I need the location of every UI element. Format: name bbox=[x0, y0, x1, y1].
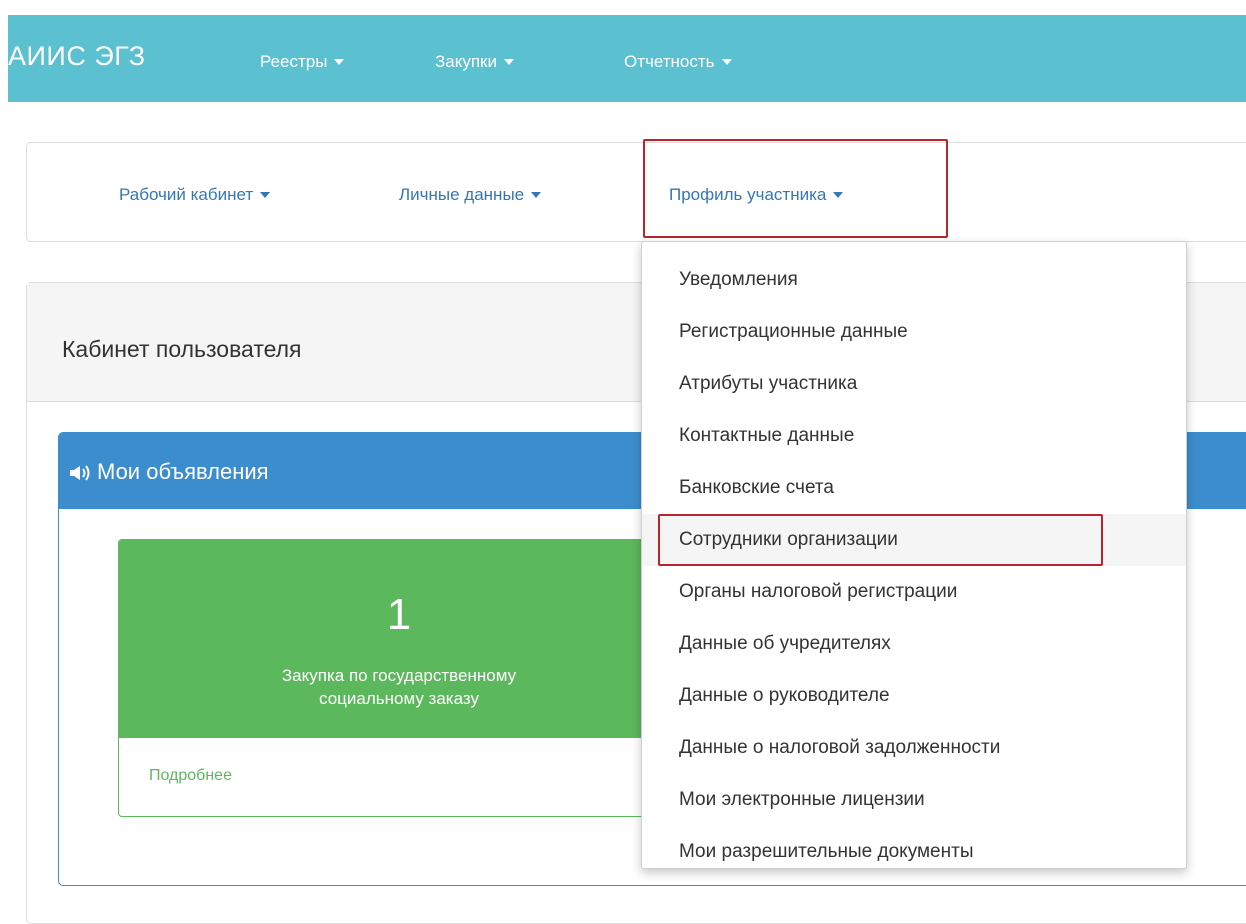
stat-description-line: Закупка по государственному bbox=[281, 666, 517, 685]
dropdown-item-founders[interactable]: Данные об учредителях bbox=[642, 618, 1186, 670]
dropdown-item-employees[interactable]: Сотрудники организации bbox=[642, 514, 1186, 566]
stat-count: 1 bbox=[386, 590, 412, 639]
details-link[interactable]: Подробнее bbox=[149, 767, 232, 785]
dropdown-item-participant-attributes[interactable]: Атрибуты участника bbox=[642, 358, 1186, 410]
subnav-item-label: Личные данные bbox=[399, 185, 525, 204]
subnav-item-personal-data[interactable]: Личные данные bbox=[399, 185, 542, 205]
dropdown-item-tax-registration[interactable]: Органы налоговой регистрации bbox=[642, 566, 1186, 618]
nav-menu-label: Закупки bbox=[435, 52, 497, 71]
page-title: Кабинет пользователя bbox=[62, 336, 302, 362]
caret-down-icon bbox=[531, 191, 542, 198]
caret-down-icon bbox=[334, 58, 345, 65]
dropdown-item-director[interactable]: Данные о руководителе bbox=[642, 670, 1186, 722]
top-navbar: АИИС ЭГЗ Реестры Закупки Отчетность bbox=[8, 15, 1246, 102]
nav-menu-reports[interactable]: Отчетность bbox=[624, 52, 732, 72]
nav-menu-label: Отчетность bbox=[624, 52, 715, 71]
dropdown-item-contact-data[interactable]: Контактные данные bbox=[642, 410, 1186, 462]
stat-card-body: 1 Закупка по государственному социальном… bbox=[119, 540, 657, 738]
dropdown-item-bank-accounts[interactable]: Банковские счета bbox=[642, 462, 1186, 514]
stat-card-social-order: 1 Закупка по государственному социальном… bbox=[118, 539, 658, 817]
bullhorn-icon bbox=[70, 465, 90, 481]
highlight-box-employees bbox=[658, 514, 1103, 566]
subnav-item-label: Рабочий кабинет bbox=[119, 185, 254, 204]
dropdown-item-permits[interactable]: Мои разрешительные документы bbox=[642, 826, 1186, 878]
dropdown-item-notifications[interactable]: Уведомления bbox=[642, 254, 1186, 306]
dropdown-item-registration-data[interactable]: Регистрационные данные bbox=[642, 306, 1186, 358]
participant-profile-dropdown: Уведомления Регистрационные данные Атриб… bbox=[641, 241, 1187, 869]
caret-down-icon bbox=[260, 191, 271, 198]
nav-menu-label: Реестры bbox=[260, 52, 328, 71]
highlight-box-participant-profile bbox=[643, 139, 948, 238]
subnav-item-work-cabinet[interactable]: Рабочий кабинет bbox=[119, 185, 271, 205]
announcements-title: Мои объявления bbox=[97, 459, 269, 484]
stat-description-line: социальному заказу bbox=[319, 689, 479, 708]
dropdown-item-tax-debt[interactable]: Данные о налоговой задолженности bbox=[642, 722, 1186, 774]
nav-menu-registries[interactable]: Реестры bbox=[260, 52, 345, 72]
caret-down-icon bbox=[504, 58, 514, 65]
caret-down-icon bbox=[721, 58, 732, 65]
stat-description: Закупка по государственному социальному … bbox=[119, 664, 657, 710]
dropdown-item-licenses[interactable]: Мои электронные лицензии bbox=[642, 774, 1186, 826]
nav-menu-purchases[interactable]: Закупки bbox=[435, 52, 514, 72]
app-brand[interactable]: АИИС ЭГЗ bbox=[8, 41, 146, 72]
